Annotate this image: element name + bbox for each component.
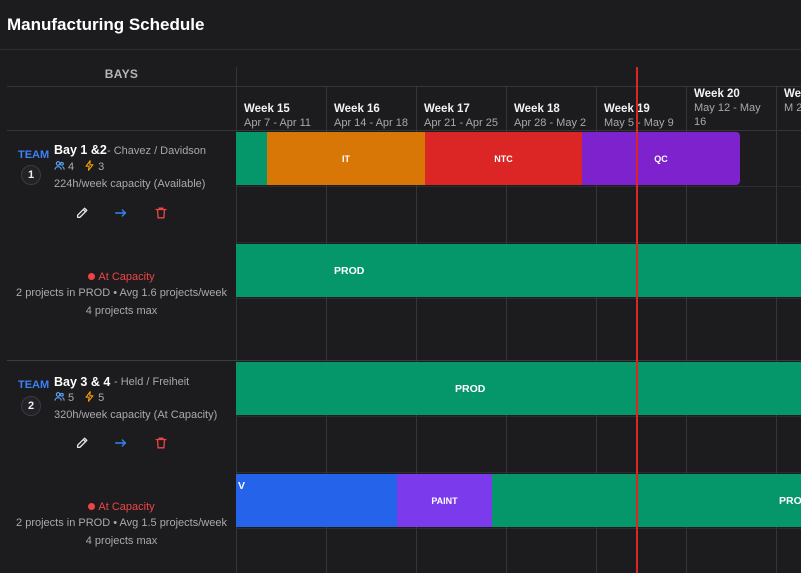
edit-bay-button[interactable]	[73, 206, 91, 224]
week-dates: M 23	[784, 102, 801, 114]
project-bar-it[interactable]: IT	[267, 132, 425, 185]
week-label: Week 20	[694, 88, 740, 100]
bay-leads: - Chavez / Davidson	[107, 145, 207, 157]
arrow-right-icon	[114, 436, 128, 455]
project-bar-paint[interactable]: PAINT	[397, 474, 492, 527]
week-header-18: Week 18 Apr 28 - May 2	[506, 88, 596, 130]
lane-divider	[236, 186, 801, 187]
move-bay-button[interactable]	[112, 436, 130, 454]
week-dates: May 12 - May 16	[694, 102, 761, 128]
bays-column-header: BAYS	[104, 67, 139, 81]
lightning-icon	[84, 391, 98, 405]
lane-divider	[236, 416, 801, 417]
week-header-17: Week 17 Apr 21 - Apr 25	[416, 88, 506, 130]
edit-bay-button[interactable]	[73, 436, 91, 454]
bay-name: Bay 1 &2	[54, 143, 107, 157]
bay-meta: 5 5	[54, 391, 104, 405]
project-bar[interactable]	[236, 132, 267, 185]
week-dates: Apr 28 - May 2	[514, 117, 587, 129]
week-label: Week 15	[244, 103, 290, 115]
page-title: Manufacturing Schedule	[7, 15, 205, 34]
team-number-badge: 1	[21, 165, 41, 185]
move-bay-button[interactable]	[112, 206, 130, 224]
week-header-20: Week 20 May 12 - May 16	[686, 86, 776, 128]
trash-icon	[154, 436, 168, 455]
projects-summary: 2 projects in PROD • Avg 1.6 projects/we…	[16, 287, 227, 299]
today-marker-line	[636, 67, 638, 573]
power-count: 3	[98, 161, 105, 173]
week-label: Week 16	[334, 103, 380, 115]
project-bar-v[interactable]: V	[236, 474, 397, 527]
status-text: At Capacity	[98, 501, 155, 513]
week-label: Week 17	[424, 103, 470, 115]
status-text: At Capacity	[98, 271, 155, 283]
lane-divider	[236, 242, 801, 243]
status-dot	[88, 273, 96, 280]
lightning-icon	[84, 160, 98, 174]
bay-name: Bay 3 & 4	[54, 375, 111, 389]
bay-divider	[7, 360, 801, 361]
week-label: Week 19	[604, 103, 650, 115]
trash-icon	[154, 206, 168, 225]
status-indicator: At Capacity	[7, 271, 236, 283]
lane-divider	[236, 298, 801, 299]
projects-max: 4 projects max	[85, 535, 158, 547]
status-dot	[88, 503, 96, 510]
status-indicator: At Capacity	[7, 501, 236, 513]
team-label: TEAM	[18, 379, 50, 391]
member-count: 5	[68, 392, 75, 404]
projects-summary: 2 projects in PROD • Avg 1.5 projects/we…	[16, 517, 227, 529]
project-bar-prod[interactable]: PROD	[236, 244, 801, 297]
header-divider-bottom	[7, 130, 801, 131]
lane-divider	[236, 528, 801, 529]
member-count: 4	[68, 161, 75, 173]
team-number-badge: 2	[21, 396, 41, 416]
lane-divider	[236, 472, 801, 473]
bay-leads: - Held / Freiheit	[114, 376, 190, 388]
pencil-icon	[75, 206, 89, 225]
week-header-16: Week 16 Apr 14 - Apr 18	[326, 88, 416, 130]
project-bar-ntc[interactable]: NTC	[425, 132, 582, 185]
week-header-21: We M 23	[776, 86, 801, 128]
week-label: Week 18	[514, 103, 560, 115]
team-label: TEAM	[18, 149, 50, 161]
delete-bay-button[interactable]	[152, 436, 170, 454]
week-dates: May 5 - May 9	[604, 117, 674, 129]
pencil-icon	[75, 436, 89, 455]
week-dates: Apr 14 - Apr 18	[334, 117, 408, 129]
header-divider-top	[7, 86, 801, 87]
bay-capacity: 224h/week capacity (Available)	[54, 178, 206, 190]
week-header-15: Week 15 Apr 7 - Apr 11	[236, 88, 326, 130]
project-bar-prod[interactable]: PROD	[236, 362, 801, 415]
power-count: 5	[98, 392, 105, 404]
bay-meta: 4 3	[54, 160, 104, 174]
week-dates: Apr 21 - Apr 25	[424, 117, 498, 129]
project-bar-prod-2[interactable]: PRO	[492, 474, 801, 527]
users-icon	[54, 160, 68, 174]
projects-max: 4 projects max	[85, 305, 158, 317]
arrow-right-icon	[114, 206, 128, 225]
delete-bay-button[interactable]	[152, 206, 170, 224]
week-dates: Apr 7 - Apr 11	[244, 117, 312, 129]
project-bar-qc[interactable]: QC	[582, 132, 740, 185]
week-header-19: Week 19 May 5 - May 9	[596, 88, 686, 130]
bay-capacity: 320h/week capacity (At Capacity)	[54, 409, 218, 421]
title-bar: Manufacturing Schedule	[0, 0, 801, 50]
week-label: We	[784, 88, 801, 100]
users-icon	[54, 391, 68, 405]
